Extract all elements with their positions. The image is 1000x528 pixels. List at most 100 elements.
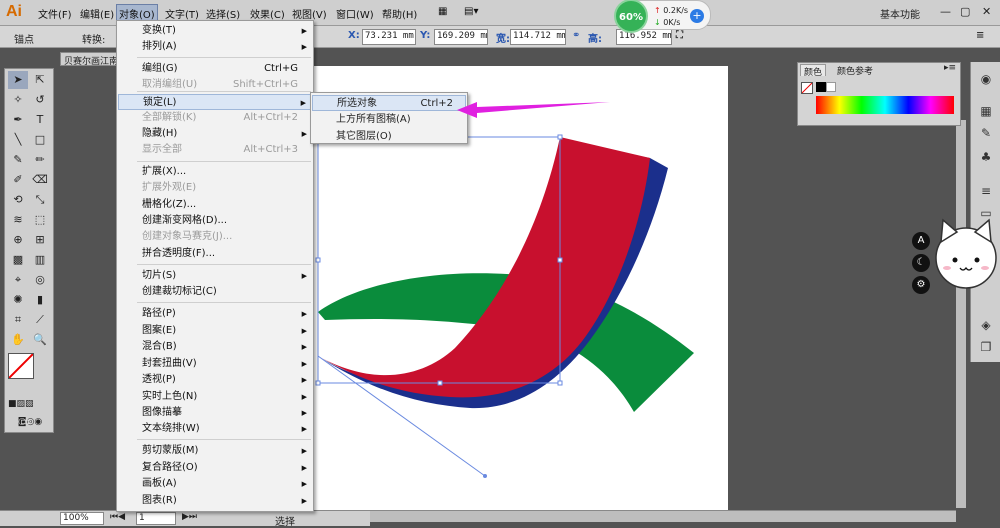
- panel-menu-icon[interactable]: ▸≡: [944, 63, 956, 73]
- mesh-tool-icon[interactable]: ▩: [8, 251, 28, 269]
- layers-icon[interactable]: ◈: [977, 316, 995, 334]
- artboard-tool-icon[interactable]: ⌗: [8, 311, 28, 329]
- stroke-icon[interactable]: ≡: [977, 182, 995, 200]
- object-menu-item[interactable]: 栅格化(Z)...: [118, 197, 312, 213]
- shape-builder-tool-icon[interactable]: ⊕: [8, 231, 28, 249]
- black-swatch[interactable]: [816, 82, 826, 92]
- width-field[interactable]: 114.712 mm: [510, 29, 566, 45]
- artboard-number-field[interactable]: 1: [136, 512, 176, 525]
- object-menu-item[interactable]: 拼合透明度(F)...: [118, 246, 312, 262]
- object-menu-item[interactable]: 扩展(X)...: [118, 164, 312, 180]
- tab-color-guide[interactable]: 颜色参考: [834, 64, 876, 77]
- color-spectrum[interactable]: [816, 96, 954, 114]
- object-menu-item[interactable]: 画板(A) ▶: [118, 476, 312, 492]
- object-menu-item[interactable]: 隐藏(H) ▶: [118, 126, 312, 142]
- bridge-icon[interactable]: ▦: [438, 6, 447, 17]
- maximize-button[interactable]: ▢: [960, 5, 970, 18]
- screen-mode-icon[interactable]: ▭: [20, 414, 31, 428]
- none-swatch[interactable]: [801, 82, 813, 94]
- warp-tool-icon[interactable]: ≋: [8, 211, 28, 229]
- bezier-handle-point[interactable]: [483, 474, 487, 478]
- tab-color[interactable]: 颜色: [800, 64, 827, 78]
- brushes-icon[interactable]: ✎: [977, 124, 995, 142]
- magic-wand-tool-icon[interactable]: ✧: [8, 91, 28, 109]
- blend-tool-icon[interactable]: ◎: [30, 271, 50, 289]
- object-menu-item[interactable]: 图像描摹 ▶: [118, 405, 312, 421]
- lasso-tool-icon[interactable]: ↺: [30, 91, 50, 109]
- arrange-documents-icon[interactable]: ▤▾: [464, 6, 478, 17]
- zoom-tool-icon[interactable]: 🔍: [30, 331, 50, 349]
- object-menu-item[interactable]: 锁定(L) ▶: [118, 94, 312, 110]
- bbox-handle[interactable]: [557, 380, 563, 386]
- column-graph-tool-icon[interactable]: ▮: [30, 291, 50, 309]
- bbox-handle[interactable]: [437, 380, 443, 386]
- line-tool-icon[interactable]: ╲: [8, 131, 28, 149]
- object-menu-item[interactable]: 实时上色(N) ▶: [118, 389, 312, 405]
- menu-edit[interactable]: 编辑(E): [80, 6, 114, 21]
- bbox-handle[interactable]: [315, 380, 321, 386]
- symbol-sprayer-tool-icon[interactable]: ✺: [8, 291, 28, 309]
- color-panel-icon[interactable]: ◉: [977, 70, 995, 88]
- object-menu-item[interactable]: 切片(S) ▶: [118, 268, 312, 284]
- link-icon[interactable]: ⚭: [572, 30, 584, 43]
- free-transform-tool-icon[interactable]: ⬚: [30, 211, 50, 229]
- paintbrush-tool-icon[interactable]: ✎: [8, 151, 28, 169]
- white-swatch[interactable]: [826, 82, 836, 92]
- first-artboard-icon[interactable]: ⏮◀: [110, 512, 125, 522]
- menu-file[interactable]: 文件(F): [38, 6, 72, 21]
- vertical-scrollbar[interactable]: [956, 120, 966, 508]
- slice-tool-icon[interactable]: ⟋: [30, 311, 50, 329]
- bbox-handle[interactable]: [557, 257, 563, 263]
- object-menu-item[interactable]: 编组(G) Ctrl+G: [118, 61, 312, 77]
- panel-menu-icon[interactable]: ≡: [976, 30, 988, 43]
- object-menu-item[interactable]: 图表(R) ▶: [118, 493, 312, 509]
- transform-icon[interactable]: ⛶: [676, 30, 688, 43]
- zoom-field[interactable]: 100%: [60, 512, 104, 525]
- close-button[interactable]: ✕: [982, 5, 991, 18]
- selection-tool-icon[interactable]: ➤: [8, 71, 28, 89]
- pen-tool-icon[interactable]: ✒: [8, 111, 28, 129]
- perspective-grid-tool-icon[interactable]: ⊞: [30, 231, 50, 249]
- bbox-handle[interactable]: [315, 257, 321, 263]
- x-field[interactable]: 73.231 mm: [362, 29, 416, 45]
- menu-type[interactable]: 文字(T): [165, 6, 199, 21]
- moon-icon[interactable]: ☾: [912, 254, 930, 272]
- object-menu-item[interactable]: 变换(T) ▶: [118, 23, 312, 39]
- font-a-icon[interactable]: A: [912, 232, 930, 250]
- menu-view[interactable]: 视图(V): [292, 6, 327, 21]
- object-menu-item[interactable]: 文本绕排(W) ▶: [118, 421, 312, 437]
- object-menu-item[interactable]: 透视(P) ▶: [118, 372, 312, 388]
- object-menu-item[interactable]: 排列(A) ▶: [118, 39, 312, 55]
- lock-submenu-item[interactable]: 上方所有图稿(A): [312, 112, 466, 128]
- object-menu-item[interactable]: 路径(P) ▶: [118, 306, 312, 322]
- menu-select[interactable]: 选择(S): [206, 6, 240, 21]
- rectangle-tool-icon[interactable]: □: [30, 131, 50, 149]
- eyedropper-tool-icon[interactable]: ⌖: [8, 271, 28, 289]
- lock-submenu-item[interactable]: 其它图层(O): [312, 129, 466, 145]
- swatches-icon[interactable]: ▦: [977, 102, 995, 120]
- hand-tool-icon[interactable]: ✋: [8, 331, 28, 349]
- artboards-icon[interactable]: ❐: [977, 338, 995, 356]
- object-menu-item[interactable]: 图案(E) ▶: [118, 323, 312, 339]
- blob-brush-tool-icon[interactable]: ✐: [8, 171, 28, 189]
- y-field[interactable]: 169.209 mm: [434, 29, 488, 45]
- gear-icon[interactable]: ⚙: [912, 276, 930, 294]
- object-menu-item[interactable]: 封套扭曲(V) ▶: [118, 356, 312, 372]
- eraser-tool-icon[interactable]: ⌫: [30, 171, 50, 189]
- color-mode-icons[interactable]: ■▨▧: [8, 395, 34, 413]
- object-menu-item[interactable]: 创建裁切标记(C): [118, 284, 312, 300]
- pencil-tool-icon[interactable]: ✏: [30, 151, 50, 169]
- bbox-handle[interactable]: [557, 134, 563, 140]
- object-menu-item[interactable]: 混合(B) ▶: [118, 339, 312, 355]
- rotate-tool-icon[interactable]: ⟲: [8, 191, 28, 209]
- object-menu-item[interactable]: 创建渐变网格(D)...: [118, 213, 312, 229]
- scale-tool-icon[interactable]: ⤡: [30, 191, 50, 209]
- object-menu-item[interactable]: 剪切蒙版(M) ▶: [118, 443, 312, 459]
- document-tab[interactable]: 贝赛尔画江南: [60, 52, 120, 66]
- type-tool-icon[interactable]: T: [30, 111, 50, 129]
- symbols-icon[interactable]: ♣: [977, 148, 995, 166]
- menu-window[interactable]: 窗口(W): [336, 6, 374, 21]
- fill-swatch[interactable]: [8, 353, 34, 379]
- last-artboard-icon[interactable]: ▶⏭: [182, 512, 197, 522]
- object-menu-item[interactable]: 复合路径(O) ▶: [118, 460, 312, 476]
